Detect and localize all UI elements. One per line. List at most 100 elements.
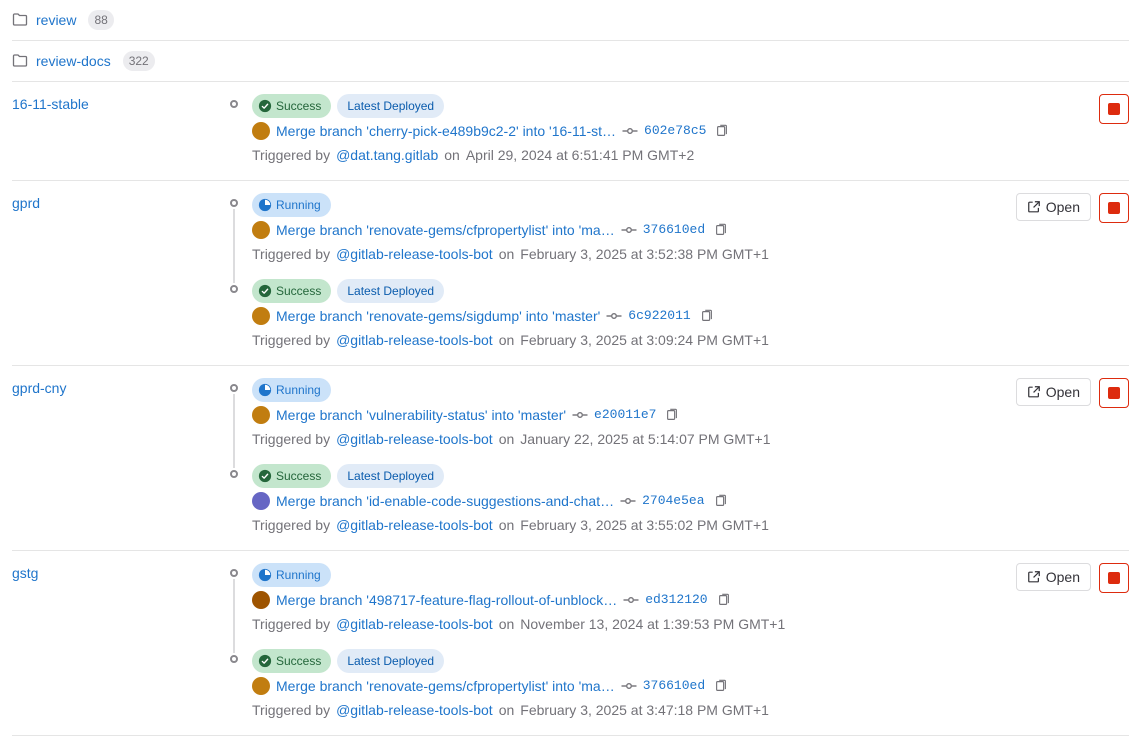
status-badge-success[interactable]: Success bbox=[252, 464, 331, 488]
author-avatar[interactable] bbox=[252, 307, 270, 325]
status-badge-success[interactable]: Success bbox=[252, 279, 331, 303]
triggered-by-label: Triggered by bbox=[252, 699, 330, 721]
folder-name-link[interactable]: review bbox=[36, 12, 76, 28]
triggered-user-link[interactable]: @dat.tang.gitlab bbox=[336, 144, 438, 166]
deployment-triggered-line: Triggered by @gitlab-release-tools-bot o… bbox=[252, 699, 1008, 721]
triggered-time: November 13, 2024 at 1:39:53 PM GMT+1 bbox=[520, 613, 785, 635]
copy-sha-button[interactable] bbox=[711, 676, 731, 696]
commit-message-link[interactable]: Merge branch 'renovate-gems/cfpropertyli… bbox=[276, 219, 615, 241]
triggered-user-link[interactable]: @gitlab-release-tools-bot bbox=[336, 613, 493, 635]
commit-sha-link[interactable]: 376610ed bbox=[643, 219, 705, 241]
stop-icon bbox=[1108, 572, 1120, 584]
deployments-cell: RunningMerge branch '498717-feature-flag… bbox=[230, 563, 1008, 723]
stop-icon bbox=[1108, 387, 1120, 399]
commit-sha-link[interactable]: 376610ed bbox=[643, 675, 705, 697]
stop-environment-button[interactable] bbox=[1099, 94, 1129, 124]
status-badge-label: Success bbox=[276, 280, 321, 302]
stop-icon bbox=[1108, 202, 1120, 214]
timeline-bullet-icon bbox=[230, 199, 238, 207]
author-avatar[interactable] bbox=[252, 406, 270, 424]
environment-name-link[interactable]: 16-11-stable bbox=[12, 96, 89, 112]
commit-sha-link[interactable]: ed312120 bbox=[645, 589, 707, 611]
author-avatar[interactable] bbox=[252, 591, 270, 609]
status-badge-running[interactable]: Running bbox=[252, 378, 331, 402]
status-badge-running[interactable]: Running bbox=[252, 563, 331, 587]
stop-environment-button[interactable] bbox=[1099, 378, 1129, 408]
copy-sha-button[interactable] bbox=[711, 491, 731, 511]
deployment-badge-line: SuccessLatest Deployed bbox=[252, 464, 1008, 488]
deployment-triggered-line: Triggered by @gitlab-release-tools-bot o… bbox=[252, 613, 1008, 635]
commit-message-link[interactable]: Merge branch 'renovate-gems/cfpropertyli… bbox=[276, 675, 615, 697]
status-badge-label: Success bbox=[276, 95, 321, 117]
triggered-by-label: Triggered by bbox=[252, 243, 330, 265]
commit-message-link[interactable]: Merge branch '498717-feature-flag-rollou… bbox=[276, 589, 617, 611]
copy-sha-button[interactable] bbox=[712, 121, 732, 141]
environment-name-link[interactable]: gprd-cny bbox=[12, 380, 66, 396]
triggered-user-link[interactable]: @gitlab-release-tools-bot bbox=[336, 243, 493, 265]
status-badge-success[interactable]: Success bbox=[252, 94, 331, 118]
author-avatar[interactable] bbox=[252, 221, 270, 239]
triggered-user-link[interactable]: @gitlab-release-tools-bot bbox=[336, 428, 493, 450]
copy-sha-button[interactable] bbox=[711, 220, 731, 240]
deployment-item: RunningMerge branch 'vulnerability-statu… bbox=[230, 378, 1008, 450]
commit-icon bbox=[621, 678, 637, 694]
commit-sha-link[interactable]: 6c922011 bbox=[628, 305, 690, 327]
triggered-user-link[interactable]: @gitlab-release-tools-bot bbox=[336, 329, 493, 351]
status-badge-success[interactable]: Success bbox=[252, 649, 331, 673]
environment-folder-row[interactable]: review88 bbox=[12, 0, 1129, 41]
stop-environment-button[interactable] bbox=[1099, 563, 1129, 593]
status-badge-running[interactable]: Running bbox=[252, 193, 331, 217]
commit-message-link[interactable]: Merge branch 'id-enable-code-suggestions… bbox=[276, 490, 614, 512]
timeline-connector bbox=[233, 394, 235, 468]
environment-name-cell: gstg bbox=[12, 563, 222, 581]
environment-row: 16-11-stableSuccessLatest DeployedMerge … bbox=[12, 82, 1129, 181]
copy-sha-button[interactable] bbox=[697, 306, 717, 326]
environment-name-link[interactable]: gprd bbox=[12, 195, 40, 211]
deployment-triggered-line: Triggered by @gitlab-release-tools-bot o… bbox=[252, 428, 1008, 450]
triggered-time: January 22, 2025 at 5:14:07 PM GMT+1 bbox=[520, 428, 770, 450]
triggered-user-link[interactable]: @gitlab-release-tools-bot bbox=[336, 699, 493, 721]
open-label: Open bbox=[1046, 569, 1080, 585]
folder-name-link[interactable]: review-docs bbox=[36, 53, 111, 69]
triggered-user-link[interactable]: @gitlab-release-tools-bot bbox=[336, 514, 493, 536]
on-label: on bbox=[499, 428, 515, 450]
author-avatar[interactable] bbox=[252, 122, 270, 140]
deployment-triggered-line: Triggered by @gitlab-release-tools-bot o… bbox=[252, 514, 1008, 536]
stop-environment-button[interactable] bbox=[1099, 193, 1129, 223]
copy-sha-button[interactable] bbox=[714, 590, 734, 610]
deployment-item: SuccessLatest DeployedMerge branch 'reno… bbox=[230, 279, 1008, 351]
triggered-by-label: Triggered by bbox=[252, 428, 330, 450]
commit-sha-link[interactable]: 602e78c5 bbox=[644, 120, 706, 142]
actions-cell bbox=[1099, 94, 1129, 124]
commit-icon bbox=[572, 407, 588, 423]
actions-cell: Open bbox=[1016, 378, 1129, 408]
triggered-time: February 3, 2025 at 3:55:02 PM GMT+1 bbox=[520, 514, 769, 536]
commit-sha-link[interactable]: e20011e7 bbox=[594, 404, 656, 426]
deployment-triggered-line: Triggered by @gitlab-release-tools-bot o… bbox=[252, 329, 1008, 351]
commit-message-link[interactable]: Merge branch 'vulnerability-status' into… bbox=[276, 404, 566, 426]
commit-sha-link[interactable]: 2704e5ea bbox=[642, 490, 704, 512]
timeline-bullet-icon bbox=[230, 470, 238, 478]
copy-sha-button[interactable] bbox=[662, 405, 682, 425]
open-environment-button[interactable]: Open bbox=[1016, 378, 1091, 406]
timeline-connector bbox=[233, 579, 235, 653]
author-avatar[interactable] bbox=[252, 492, 270, 510]
deployment-badge-line: Running bbox=[252, 563, 1008, 587]
commit-message-link[interactable]: Merge branch 'cherry-pick-e489b9c2-2' in… bbox=[276, 120, 616, 142]
deployments-cell: RunningMerge branch 'renovate-gems/cfpro… bbox=[230, 193, 1008, 353]
environment-name-link[interactable]: gstg bbox=[12, 565, 38, 581]
on-label: on bbox=[444, 144, 460, 166]
commit-message-link[interactable]: Merge branch 'renovate-gems/sigdump' int… bbox=[276, 305, 600, 327]
deployments-cell: RunningMerge branch 'vulnerability-statu… bbox=[230, 378, 1008, 538]
timeline-bullet-icon bbox=[230, 285, 238, 293]
author-avatar[interactable] bbox=[252, 677, 270, 695]
open-environment-button[interactable]: Open bbox=[1016, 563, 1091, 591]
on-label: on bbox=[499, 243, 515, 265]
open-environment-button[interactable]: Open bbox=[1016, 193, 1091, 221]
commit-icon bbox=[621, 222, 637, 238]
deployment-item: SuccessLatest DeployedMerge branch 'reno… bbox=[230, 649, 1008, 721]
triggered-time: April 29, 2024 at 6:51:41 PM GMT+2 bbox=[466, 144, 694, 166]
open-label: Open bbox=[1046, 384, 1080, 400]
deployment-badge-line: Running bbox=[252, 378, 1008, 402]
environment-folder-row[interactable]: review-docs322 bbox=[12, 41, 1129, 82]
